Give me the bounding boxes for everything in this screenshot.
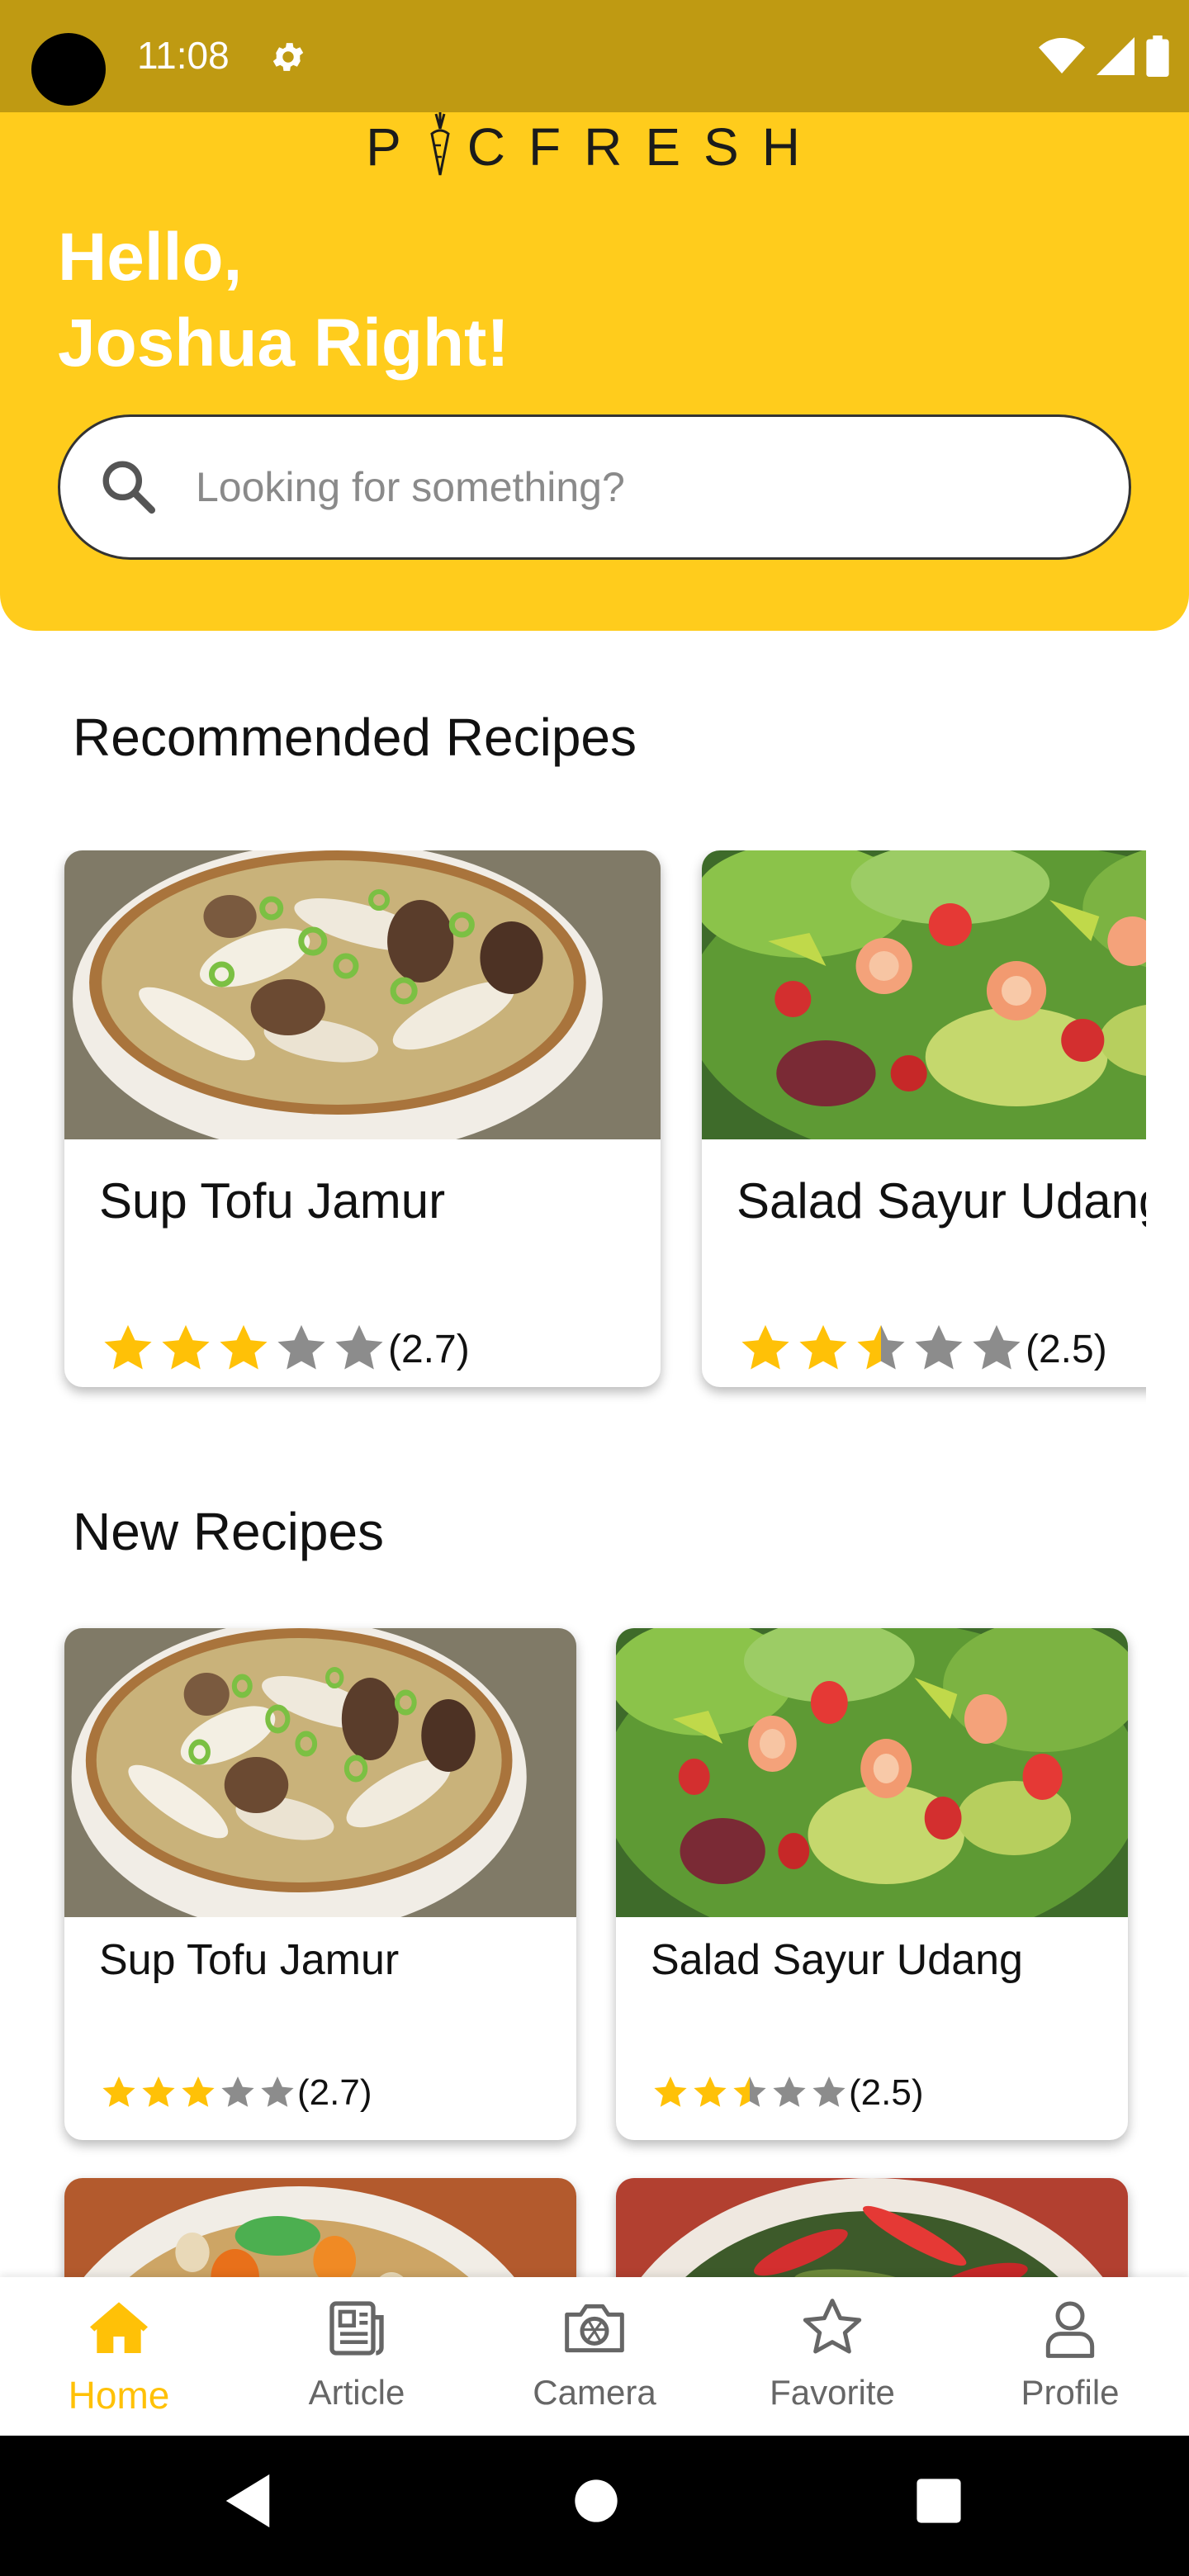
settings-icon <box>272 43 304 71</box>
app-logo: P CFRESH <box>0 112 1189 180</box>
recipe-image-salad-sayur-udang <box>616 1628 1128 1917</box>
nav-favorite[interactable]: Favorite <box>713 2277 951 2436</box>
home-circle-icon[interactable] <box>573 2472 619 2530</box>
nav-label: Profile <box>1021 2373 1120 2412</box>
new-recipes-title: New Recipes <box>73 1502 385 1561</box>
nav-home[interactable]: Home <box>0 2277 238 2436</box>
recipe-image-sup-tofu-jamur <box>64 1628 576 1917</box>
rating-value: (2.7) <box>388 1327 470 1371</box>
nav-article[interactable]: Article <box>238 2277 476 2436</box>
star-empty-icon <box>335 1324 383 1370</box>
greeting: Hello, Joshua Right! <box>58 215 509 386</box>
rating-value: (2.5) <box>1026 1327 1107 1371</box>
recommended-title: Recommended Recipes <box>73 708 637 767</box>
nav-profile[interactable]: Profile <box>951 2277 1189 2436</box>
new-recipe-card[interactable]: Salad Sayur Udang (2.5) <box>616 1628 1128 2140</box>
nav-label: Article <box>308 2373 405 2412</box>
rating-value: (2.7) <box>297 2072 372 2113</box>
star-filled-icon <box>220 1324 268 1370</box>
star-filled-icon <box>694 2076 727 2107</box>
greeting-line-1: Hello, <box>58 220 243 295</box>
recipe-image-salad-sayur-udang <box>702 850 1146 1139</box>
star-empty-icon <box>915 1324 963 1370</box>
star-rating: (2.7) <box>99 1319 470 1379</box>
status-bar: 11:08 <box>0 0 1189 112</box>
star-icon <box>803 2299 862 2354</box>
battery-icon <box>1146 36 1169 77</box>
star-half-icon <box>857 1324 905 1370</box>
star-empty-icon <box>973 1324 1021 1370</box>
star-empty-icon <box>773 2076 806 2107</box>
system-navigation-bar <box>0 2436 1189 2576</box>
nav-label: Home <box>68 2374 170 2417</box>
nav-label: Camera <box>533 2373 656 2412</box>
star-filled-icon <box>162 1324 210 1370</box>
star-empty-icon <box>221 2076 254 2107</box>
nav-label: Favorite <box>770 2373 895 2412</box>
recipe-name: Salad Sayur Udang <box>651 1936 1023 1984</box>
wifi-icon <box>1039 38 1085 73</box>
recipe-name: Sup Tofu Jamur <box>99 1173 446 1229</box>
star-rating: (2.5) <box>737 1319 1107 1379</box>
recipe-name: Salad Sayur Udang <box>737 1173 1146 1229</box>
search-icon <box>102 461 156 514</box>
star-empty-icon <box>261 2076 294 2107</box>
recipe-image-sup-tofu-jamur <box>64 850 661 1139</box>
search-input[interactable]: Looking for something? <box>58 414 1131 560</box>
star-filled-icon <box>741 1324 789 1370</box>
search-placeholder: Looking for something? <box>196 464 625 510</box>
star-filled-icon <box>182 2076 215 2107</box>
star-rating: (2.5) <box>651 2072 923 2114</box>
star-half-icon <box>733 2076 766 2107</box>
new-recipe-card[interactable]: Sup Tofu Jamur (2.7) <box>64 1628 576 2140</box>
recommended-card[interactable]: Sup Tofu Jamur (2.7) <box>64 850 661 1387</box>
star-rating: (2.7) <box>99 2072 372 2114</box>
nav-camera[interactable]: Camera <box>476 2277 713 2436</box>
profile-icon <box>1045 2301 1095 2358</box>
recommended-card[interactable]: Salad Sayur Udang (2.5) <box>702 850 1146 1387</box>
signal-icon <box>1097 37 1135 75</box>
status-time: 11:08 <box>137 34 230 77</box>
rating-value: (2.5) <box>849 2072 924 2113</box>
header-banner: P CFRESH Hello, Joshua Right! Looking for… <box>0 112 1189 631</box>
star-empty-icon <box>277 1324 325 1370</box>
star-filled-icon <box>654 2076 687 2107</box>
recommended-carousel[interactable]: Sup Tofu Jamur (2.7) Salad Sayur Udang (… <box>0 850 1146 1420</box>
bottom-navigation: Home Article Camera Favorite Profile <box>0 2277 1189 2436</box>
article-icon <box>329 2301 384 2356</box>
greeting-user-name: Joshua Right! <box>58 305 509 381</box>
recents-icon[interactable] <box>915 2472 963 2530</box>
camera-cutout <box>31 33 106 106</box>
camera-icon <box>565 2304 624 2353</box>
star-filled-icon <box>142 2076 175 2107</box>
carrot-icon <box>430 112 450 176</box>
star-empty-icon <box>812 2076 846 2107</box>
star-filled-icon <box>104 1324 152 1370</box>
recipe-name: Sup Tofu Jamur <box>99 1936 400 1984</box>
back-icon[interactable] <box>223 2472 272 2530</box>
star-filled-icon <box>799 1324 847 1370</box>
star-filled-icon <box>102 2076 135 2107</box>
home-icon <box>90 2302 148 2353</box>
